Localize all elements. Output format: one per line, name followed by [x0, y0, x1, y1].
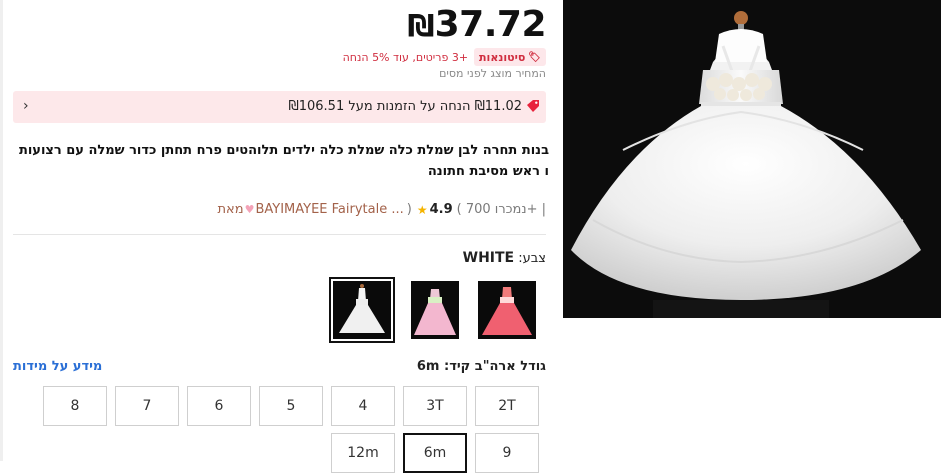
size-option-5[interactable]: 5 — [259, 386, 323, 426]
color-swatch-pink[interactable] — [411, 281, 459, 339]
product-image[interactable] — [563, 0, 941, 318]
size-option-7[interactable]: 7 — [115, 386, 179, 426]
size-label: גודל ארה"ב קיד: 6m — [417, 359, 546, 374]
chevron-right-icon[interactable]: › — [23, 98, 29, 114]
size-option-9[interactable]: 9 — [475, 433, 539, 473]
color-label-text: צבע: — [518, 251, 546, 266]
product-title: בנות תחרה לבן שמלת כלה שמלת כלה ילדים תל… — [18, 143, 549, 179]
color-swatch-white[interactable] — [329, 277, 395, 343]
store-from-label: מאת — [217, 202, 244, 217]
price-amount: 37.72 — [434, 4, 547, 45]
size-guide-link[interactable]: מידע על מידות — [13, 359, 102, 374]
color-selected-value: WHITE — [462, 250, 515, 266]
rating-store-row: מאת ♥ BAYIMAYEE Fairytale ... ) ★ 4.9 ( … — [218, 202, 546, 217]
size-option-4[interactable]: 4 — [331, 386, 395, 426]
wholesale-badge-label: סיטונאות — [479, 50, 526, 64]
coupon-text: ₪11.02 הנחה על הזמנות מעל ₪106.51 — [288, 99, 522, 114]
size-option-12m[interactable]: 12m — [331, 433, 395, 473]
tag-icon: 🏷 — [528, 51, 541, 63]
coupon-banner[interactable]: ₪11.02 הנחה על הזמנות מעל ₪106.51 › — [13, 91, 546, 123]
price-currency: ₪ — [407, 9, 435, 44]
rating-score[interactable]: 4.9 — [430, 202, 453, 217]
size-option-3T[interactable]: 3T — [403, 386, 467, 426]
dress-white-thumb-icon — [333, 281, 391, 339]
dress-coral-thumb-icon — [478, 281, 536, 339]
size-option-2T[interactable]: 2T — [475, 386, 539, 426]
size-selected-value: 6m — [416, 359, 440, 374]
divider — [13, 234, 546, 235]
wholesale-badge: 🏷 סיטונאות — [474, 48, 546, 66]
star-icon: ★ — [416, 202, 428, 217]
heart-icon: ♥ — [244, 203, 255, 216]
color-swatch-coral[interactable] — [478, 281, 536, 339]
store-name-link[interactable]: BAYIMAYEE Fairytale ... — [255, 202, 403, 217]
price: ₪ 37.72 — [407, 4, 546, 45]
dress-pink-thumb-icon — [411, 281, 459, 339]
wholesale-promo: 🏷 סיטונאות +3 פריטים, עוד 5% הנחה — [343, 48, 546, 66]
tax-note: המחיר מוצג לפני מסים — [439, 67, 546, 80]
rating-close-paren: ) — [406, 202, 412, 217]
size-label-text: גודל ארה"ב קיד: — [444, 359, 546, 374]
dress-photo-icon — [563, 0, 941, 318]
size-option-8[interactable]: 8 — [43, 386, 107, 426]
color-label: צבע: WHITE — [463, 250, 546, 266]
coupon-tag-icon — [527, 100, 539, 112]
sold-count: ( נמכרו 700+ | — [456, 202, 546, 217]
wholesale-promo-text: +3 פריטים, עוד 5% הנחה — [342, 50, 469, 64]
panel-edge — [0, 0, 3, 461]
size-option-6m[interactable]: 6m — [403, 433, 467, 473]
size-option-6[interactable]: 6 — [187, 386, 251, 426]
